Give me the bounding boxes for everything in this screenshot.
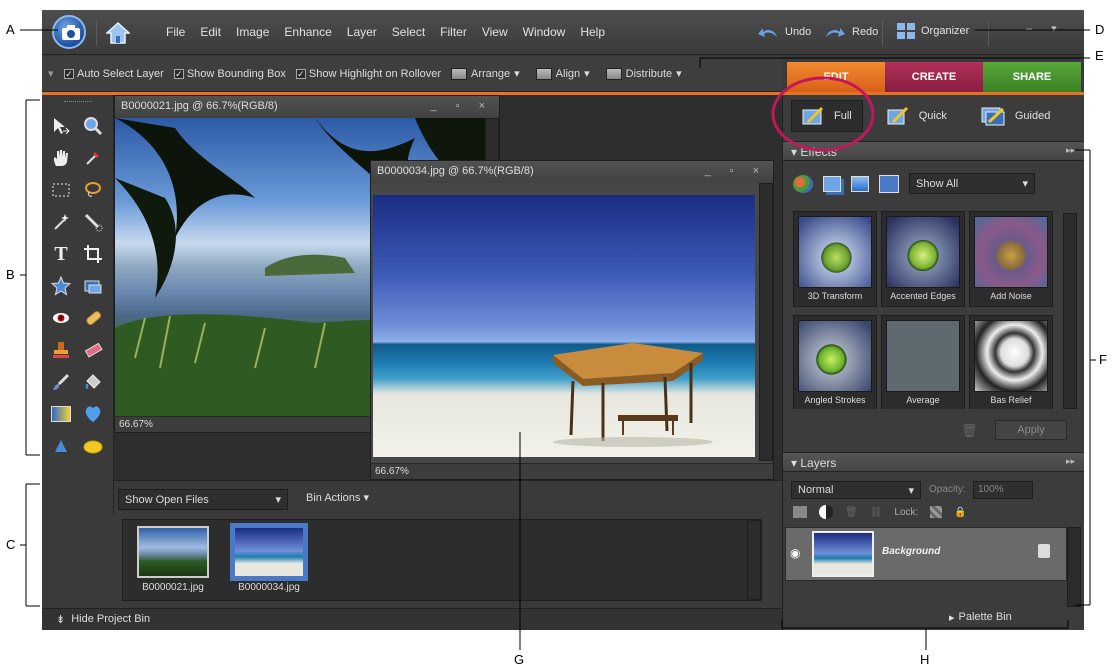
callout-lines: [20, 29, 1096, 650]
callout-g: G: [514, 652, 525, 667]
callout-e: E: [1095, 48, 1104, 63]
callout-d: D: [1095, 22, 1105, 37]
callout-c: C: [6, 537, 16, 552]
callout-b: B: [6, 267, 15, 282]
callout-a: A: [6, 22, 15, 37]
callout-h: H: [920, 652, 930, 667]
callout-f: F: [1099, 352, 1107, 367]
